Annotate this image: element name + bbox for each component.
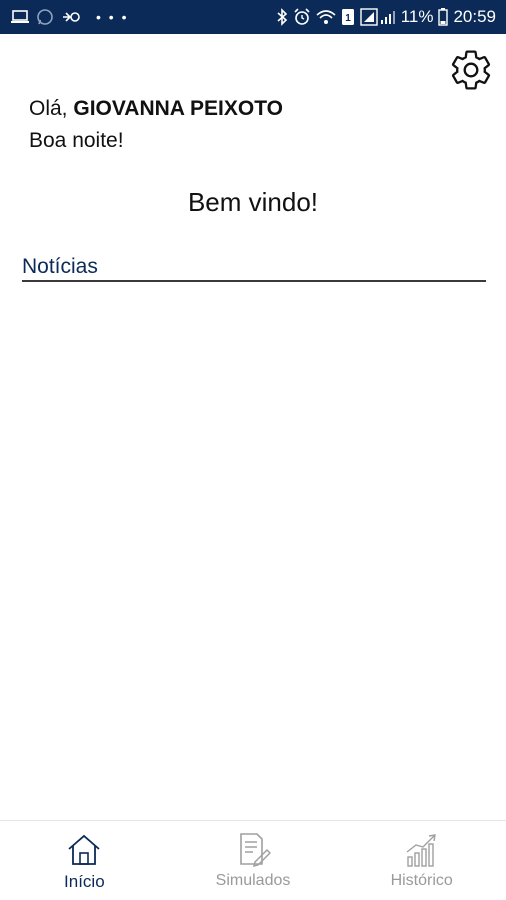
status-bar-right: 1 11% 20:59 xyxy=(276,6,496,28)
bar-chart-icon xyxy=(403,831,441,869)
alarm-icon xyxy=(293,8,311,26)
sync-icon xyxy=(60,8,82,26)
time-of-day-greeting: Boa noite! xyxy=(29,129,124,152)
status-time: 20:59 xyxy=(453,7,496,26)
wifi-icon xyxy=(316,9,336,25)
gear-icon xyxy=(451,50,491,90)
nav-item-historico[interactable]: Histórico xyxy=(337,821,506,900)
bottom-nav: Início Simulados Histórico xyxy=(0,820,506,900)
nav-item-simulados[interactable]: Simulados xyxy=(169,821,338,900)
laptop-icon xyxy=(10,9,30,25)
greeting-prefix: Olá, xyxy=(29,97,68,120)
nav-item-inicio[interactable]: Início xyxy=(0,821,169,900)
status-bar-left: • • • xyxy=(10,6,128,28)
sim-icon: 1 xyxy=(341,8,355,26)
news-section-header: Notícias xyxy=(22,254,486,282)
nav-label-historico: Histórico xyxy=(390,872,453,889)
nav-label-simulados: Simulados xyxy=(215,872,291,889)
nav-label-inicio: Início xyxy=(64,872,105,891)
news-title: Notícias xyxy=(22,255,98,278)
user-name: GIOVANNA PEIXOTO xyxy=(73,97,284,120)
bluetooth-icon xyxy=(276,8,288,26)
welcome-message: Bem vindo! xyxy=(187,187,319,217)
whatsapp-icon xyxy=(36,8,54,26)
battery-icon xyxy=(438,8,449,26)
svg-text:1: 1 xyxy=(345,13,351,24)
settings-button[interactable] xyxy=(448,47,494,93)
signal-icon xyxy=(359,8,396,26)
more-dots-icon: • • • xyxy=(96,9,129,25)
news-list xyxy=(22,290,486,810)
document-edit-icon xyxy=(234,831,272,869)
battery-percent: 11% xyxy=(400,7,434,26)
status-bar: • • • 1 11% 20:59 xyxy=(0,0,506,34)
greeting: Olá, GIOVANNA PEIXOTO xyxy=(29,96,283,122)
home-icon xyxy=(65,831,103,869)
